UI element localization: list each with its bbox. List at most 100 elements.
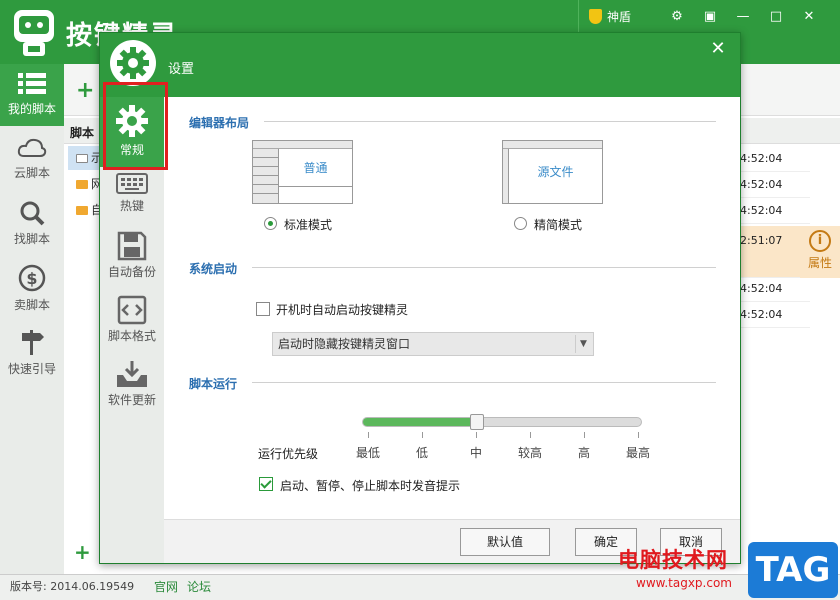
preview-source-label: 源文件 <box>537 165 574 179</box>
dialog-nav-backup[interactable]: 自动备份 <box>100 231 164 283</box>
priority-label: 运行优先级 <box>258 447 319 461</box>
priority-slider-fill <box>363 418 477 426</box>
dialog-nav-hotkey[interactable]: 热键 <box>100 171 164 219</box>
startup-dropdown-value: 启动时隐藏按键精灵窗口 <box>278 337 411 351</box>
default-button[interactable]: 默认值 <box>460 528 550 556</box>
robot-logo-icon <box>14 10 54 56</box>
section-title-startup: 系统启动 <box>189 262 238 276</box>
property-button[interactable]: i 属性 <box>800 226 840 278</box>
nav-label: 卖脚本 <box>13 298 50 312</box>
autostart-label: 开机时自动启动按键精灵 <box>276 303 409 317</box>
table-cell-time: 4:52:04 <box>740 276 810 302</box>
watermark-tag-logo: TAG <box>748 542 838 598</box>
close-icon[interactable]: ✕ <box>797 6 821 28</box>
nav-label: 我的脚本 <box>7 102 56 116</box>
folder-icon <box>76 180 88 189</box>
menu-icon[interactable]: ▣ <box>698 6 722 28</box>
preview-sidebar <box>253 149 279 203</box>
radio-simple-label: 精简模式 <box>534 218 583 232</box>
priority-tick <box>584 432 585 438</box>
section-divider <box>252 267 716 268</box>
dollar-icon: $ <box>18 264 46 292</box>
priority-tick-label: 中 <box>469 446 482 460</box>
dialog-title-bar: 设置 ✕ <box>100 33 740 97</box>
startup-dropdown[interactable]: 启动时隐藏按键精灵窗口 ▼ <box>272 332 594 356</box>
dialog-nav-label: 热键 <box>119 199 144 213</box>
maximize-icon[interactable]: □ <box>764 6 788 28</box>
radio-standard-label: 标准模式 <box>284 218 333 232</box>
table-cell-time: 4:52:04 <box>740 198 810 224</box>
shendun-button[interactable]: 神盾 <box>578 0 640 32</box>
preview-toolbar <box>503 141 602 149</box>
priority-tick-label: 最高 <box>625 446 650 460</box>
nav-item-cloud[interactable]: 云脚本 <box>0 136 64 188</box>
priority-slider[interactable] <box>362 414 642 430</box>
priority-tick <box>476 432 477 438</box>
main-left-nav: 我的脚本 云脚本 找脚本 $ 卖脚本 快速引导 <box>0 64 64 574</box>
nav-label: 找脚本 <box>13 232 50 246</box>
watermark-text: 电脑技术网 <box>618 548 728 572</box>
autostart-checkbox[interactable] <box>256 302 270 316</box>
folder-icon <box>76 154 88 163</box>
nav-item-find[interactable]: 找脚本 <box>0 200 64 252</box>
nav-item-guide[interactable]: 快速引导 <box>0 328 64 380</box>
table-cell-time: 4:52:04 <box>740 146 810 172</box>
dialog-close-icon[interactable]: ✕ <box>708 39 728 59</box>
watermark-url: www.tagxp.com <box>636 576 732 590</box>
search-icon <box>20 201 45 226</box>
code-icon <box>117 295 147 325</box>
floppy-icon <box>117 231 147 261</box>
nav-item-my-scripts[interactable]: 我的脚本 <box>0 64 64 126</box>
list-icon <box>18 73 46 94</box>
highlight-box <box>103 82 168 170</box>
priority-tick-label: 较高 <box>517 446 542 460</box>
cloud-icon <box>17 138 47 157</box>
sound-checkbox[interactable] <box>259 477 273 491</box>
forum-link[interactable]: 论坛 <box>187 575 211 599</box>
chevron-down-icon: ▼ <box>575 335 591 353</box>
preview-normal-label: 普通 <box>303 161 328 175</box>
table-cell-time: 4:52:04 <box>740 302 810 328</box>
dialog-nav-update[interactable]: 软件更新 <box>100 359 164 411</box>
table-cell-time: 4:52:04 <box>740 172 810 198</box>
preview-normal[interactable]: 普通 <box>252 140 353 204</box>
priority-tick <box>638 432 639 438</box>
dialog-nav-label: 软件更新 <box>107 393 156 407</box>
keyboard-icon <box>116 173 148 194</box>
dialog-nav-format[interactable]: 脚本格式 <box>100 295 164 347</box>
add-group-icon[interactable]: + <box>74 540 91 564</box>
radio-standard-mode[interactable] <box>264 217 277 230</box>
update-icon <box>117 361 147 387</box>
shendun-label: 神盾 <box>607 10 632 24</box>
priority-tick <box>530 432 531 438</box>
nav-item-sell[interactable]: $ 卖脚本 <box>0 264 64 316</box>
folder-icon <box>76 206 88 215</box>
dialog-nav-label: 自动备份 <box>107 265 156 279</box>
preview-divider <box>279 186 352 187</box>
dialog-gear-icon <box>110 40 156 86</box>
priority-slider-thumb[interactable] <box>470 414 484 430</box>
official-site-link[interactable]: 官网 <box>154 575 178 599</box>
watermark: 电脑技术网 www.tagxp.com TAG <box>618 540 840 600</box>
nav-label: 快速引导 <box>7 362 56 376</box>
section-divider <box>252 382 716 383</box>
preview-source[interactable]: 源文件 <box>502 140 603 204</box>
minimize-icon[interactable]: — <box>731 6 755 28</box>
section-divider <box>264 121 716 122</box>
add-script-icon[interactable]: + <box>76 78 94 103</box>
radio-simple-mode[interactable] <box>514 217 527 230</box>
section-title-layout: 编辑器布局 <box>189 116 250 130</box>
dialog-title: 设置 <box>168 62 195 77</box>
settings-gear-icon[interactable]: ⚙ <box>665 6 689 28</box>
shield-icon <box>589 9 602 24</box>
priority-tick-label: 高 <box>577 446 590 460</box>
priority-tick <box>422 432 423 438</box>
priority-tick-label: 最低 <box>355 446 380 460</box>
version-text: 版本号: 2014.06.19549 <box>10 580 135 593</box>
priority-tick-label: 低 <box>415 446 428 460</box>
preview-toolbar <box>253 141 352 149</box>
nav-label: 云脚本 <box>13 166 50 180</box>
script-list-header-label: 脚本 I <box>70 126 103 140</box>
signpost-icon <box>22 330 44 355</box>
property-label: 属性 <box>807 256 832 270</box>
